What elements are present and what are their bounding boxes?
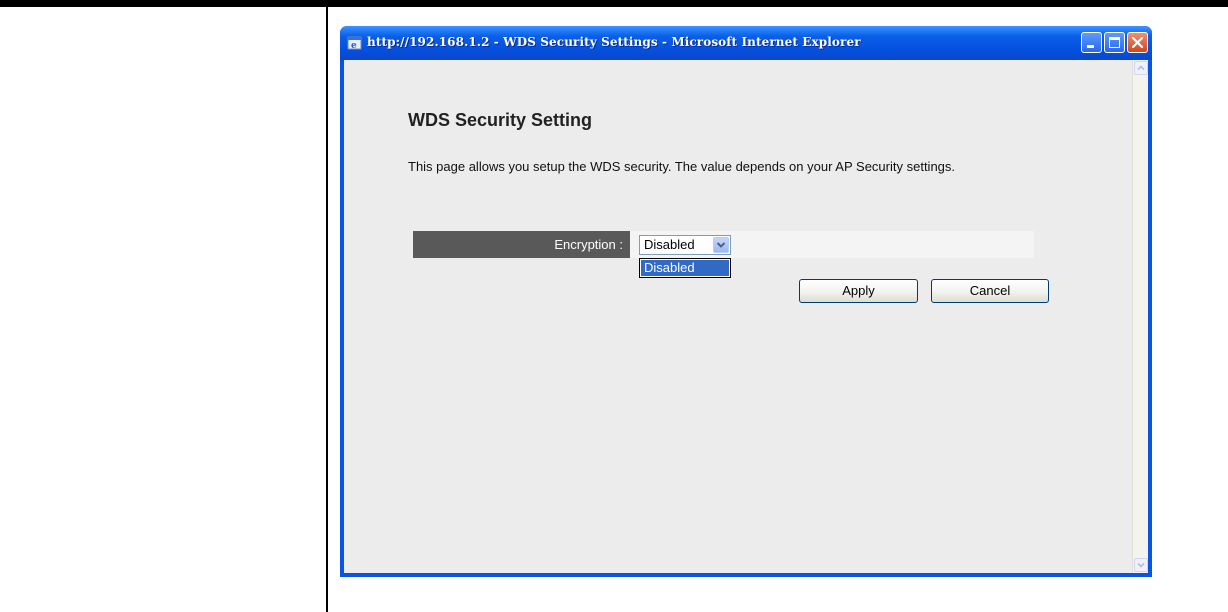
minimize-button[interactable] (1081, 32, 1102, 53)
window-title: http://192.168.1.2 - WDS Security Settin… (367, 35, 861, 49)
maximize-icon (1109, 37, 1120, 48)
vertical-scrollbar[interactable] (1132, 60, 1148, 573)
page-title: WDS Security Setting (408, 110, 593, 130)
browser-content: WDS Security Setting This page allows yo… (344, 60, 1148, 573)
page-description: This page allows you setup the WDS secur… (408, 159, 956, 174)
select-arrow-button[interactable] (713, 237, 729, 253)
encryption-dropdown-list: Disabled (639, 258, 731, 278)
encryption-select[interactable]: Disabled (639, 235, 731, 255)
dropdown-option-disabled[interactable]: Disabled (641, 260, 729, 276)
encryption-label: Encryption : (413, 231, 630, 258)
minimize-icon (1087, 45, 1094, 48)
close-button[interactable] (1127, 32, 1148, 53)
svg-text:e: e (351, 41, 357, 51)
encryption-row: Encryption : Disabled (413, 231, 1034, 258)
close-icon (1131, 36, 1144, 49)
cancel-button[interactable]: Cancel (931, 279, 1049, 303)
maximize-button[interactable] (1104, 32, 1125, 53)
encryption-select-value: Disabled (644, 237, 695, 252)
chevron-up-icon (1137, 65, 1145, 71)
browser-window: e http://192.168.1.2 - WDS Security Sett… (340, 26, 1152, 577)
column-divider-line (326, 7, 328, 612)
chevron-down-icon (716, 242, 726, 248)
chevron-down-icon (1137, 562, 1145, 568)
internet-explorer-icon: e (347, 36, 362, 51)
apply-button[interactable]: Apply (799, 279, 918, 303)
window-titlebar[interactable]: e http://192.168.1.2 - WDS Security Sett… (340, 26, 1152, 60)
scroll-down-button[interactable] (1134, 558, 1148, 572)
scroll-up-button[interactable] (1134, 61, 1148, 75)
top-border-line (0, 0, 1228, 7)
